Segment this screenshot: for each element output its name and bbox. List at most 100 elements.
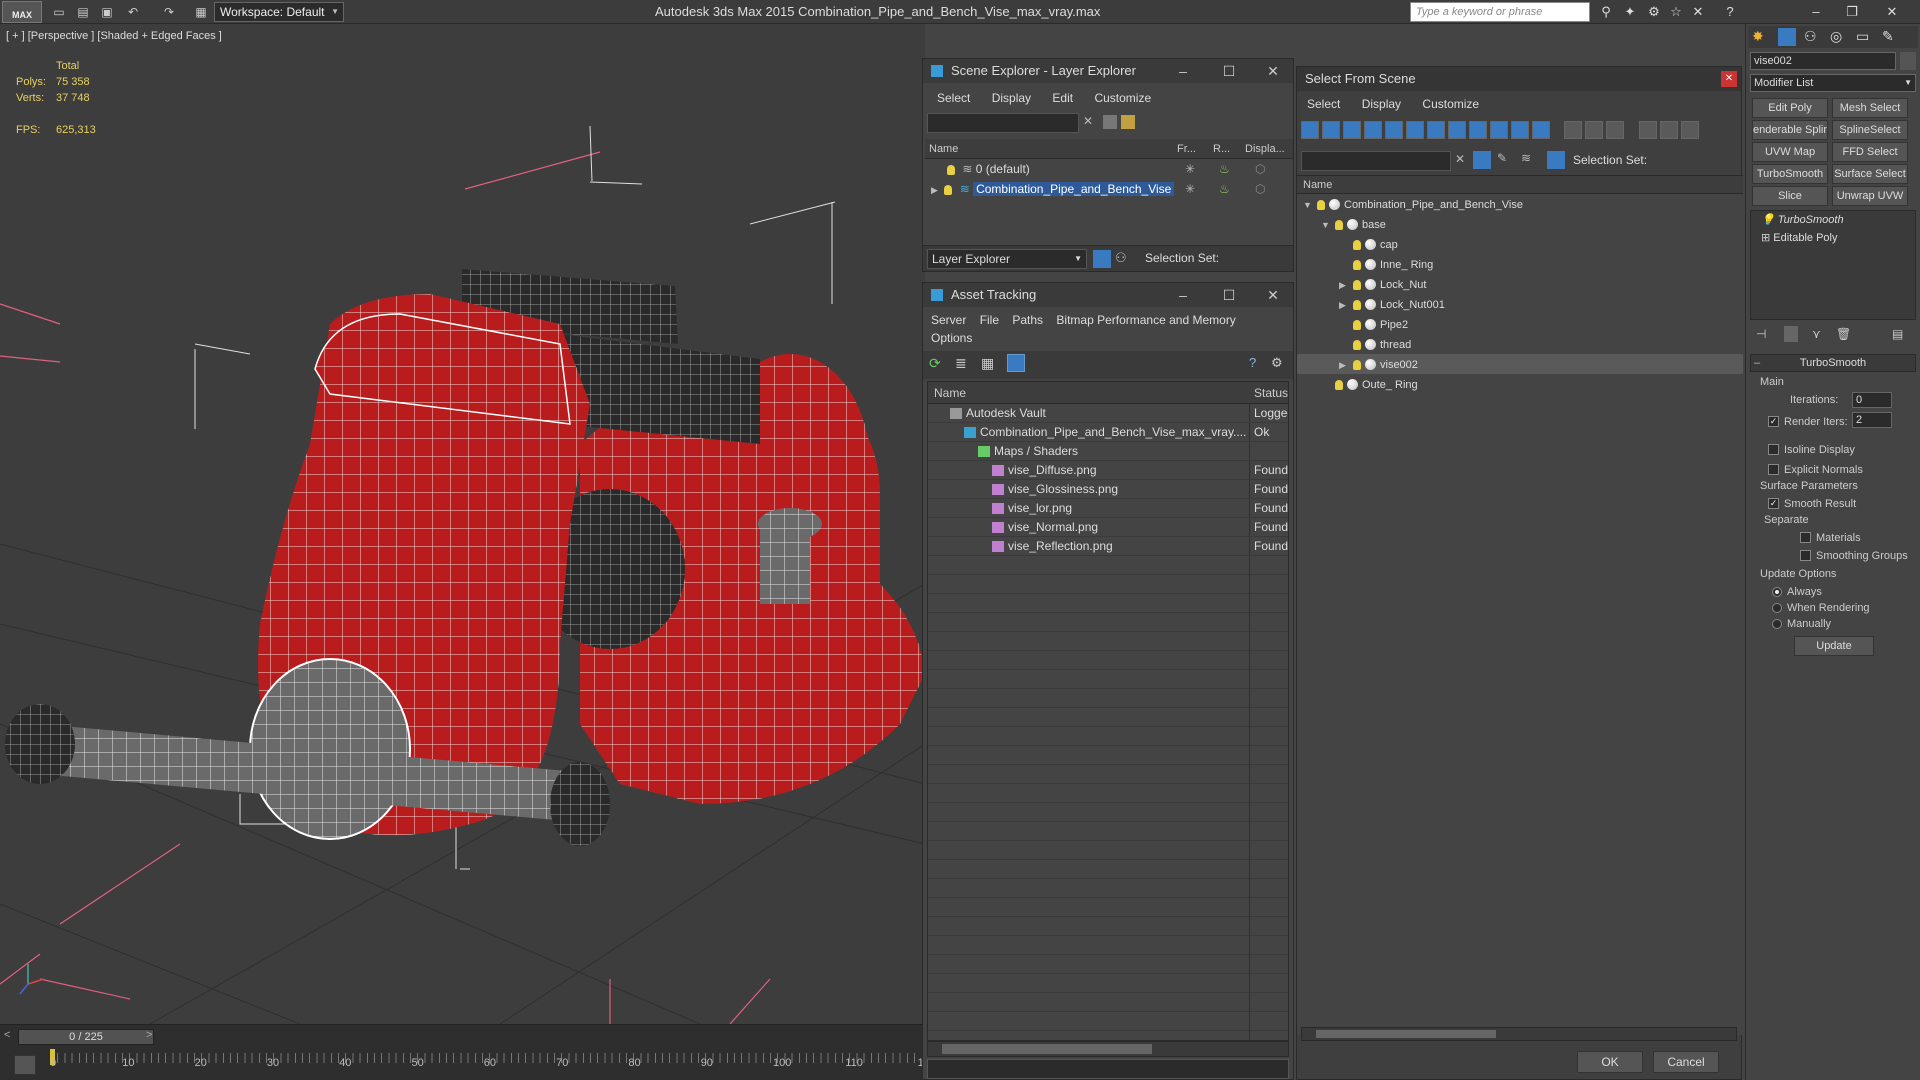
rollout-header[interactable]: – TurboSmooth xyxy=(1750,354,1916,372)
render-iters-spinner[interactable]: 2 xyxy=(1852,412,1892,428)
col-freeze[interactable]: Fr... xyxy=(1177,139,1196,159)
light-bulb-icon[interactable] xyxy=(1335,219,1343,230)
maximize-icon[interactable]: ☐ xyxy=(1209,283,1249,307)
col-render[interactable]: R... xyxy=(1213,139,1230,159)
light-bulb-icon[interactable] xyxy=(1335,379,1343,390)
asset-row[interactable]: vise_Glossiness.png Found xyxy=(928,480,1288,499)
cancel-button[interactable]: Cancel xyxy=(1653,1051,1719,1073)
next-frame-icon[interactable]: > xyxy=(146,1029,152,1041)
menu-bitmap-performance[interactable]: Bitmap Performance and Memory xyxy=(1056,313,1235,327)
minimize-icon[interactable]: – xyxy=(1800,3,1832,21)
menu-customize[interactable]: Customize xyxy=(1094,91,1151,105)
expand-plus-icon[interactable]: ⊞ xyxy=(1761,232,1770,244)
viewport-label[interactable]: [ + ] [Perspective ] [Shaded + Edged Fac… xyxy=(6,30,222,42)
smooth-result-checkbox[interactable]: ✓ xyxy=(1768,498,1779,510)
menu-options[interactable]: Options xyxy=(931,331,972,345)
modifier-button[interactable]: TurboSmooth xyxy=(1752,164,1828,184)
scene-tree-item[interactable]: Pipe2 xyxy=(1297,314,1743,334)
modifier-button[interactable]: Surface Select xyxy=(1832,164,1908,184)
render-teapot-icon[interactable]: ♨ xyxy=(1219,179,1230,199)
display-icon[interactable]: ⬡ xyxy=(1255,179,1265,199)
light-bulb-icon[interactable] xyxy=(1317,199,1325,210)
modifier-button[interactable]: SplineSelect xyxy=(1832,120,1908,140)
filter-frozen-icon[interactable] xyxy=(1511,121,1529,139)
layers-toggle-icon[interactable] xyxy=(1093,250,1111,268)
materials-checkbox[interactable] xyxy=(1800,532,1811,544)
close-icon[interactable]: ✕ xyxy=(1721,71,1737,87)
col-display[interactable]: Displa... xyxy=(1245,139,1285,159)
layer-tools-icon[interactable] xyxy=(1121,115,1135,129)
scrollbar-thumb[interactable] xyxy=(1316,1030,1496,1038)
scene-tree-item[interactable]: ▶ vise002 xyxy=(1297,354,1743,374)
configure-sets-icon[interactable]: ▤ xyxy=(1892,327,1903,341)
tools-icon[interactable]: ✦ xyxy=(1620,3,1640,21)
expand-arrow-icon[interactable]: ▶ xyxy=(931,180,941,200)
light-bulb-icon[interactable] xyxy=(947,164,955,175)
hierarchy-icon[interactable]: ⚇ xyxy=(1115,250,1133,268)
thumbnail-view-icon[interactable]: ▦ xyxy=(981,355,994,372)
favorites-icon[interactable]: ☆ xyxy=(1666,3,1686,21)
find-field[interactable] xyxy=(1301,151,1451,171)
filter-geometry-icon[interactable] xyxy=(1301,121,1319,139)
menu-select[interactable]: Select xyxy=(937,91,970,105)
col-status[interactable]: Status xyxy=(1254,382,1288,404)
light-bulb-icon[interactable] xyxy=(1353,239,1361,250)
app-logo-icon[interactable]: MAX xyxy=(2,1,42,23)
light-bulb-icon[interactable] xyxy=(1353,319,1361,330)
list-view-icon[interactable]: ≣ xyxy=(955,355,967,372)
light-bulb-icon[interactable] xyxy=(1353,299,1361,310)
menu-file[interactable]: File xyxy=(980,313,999,327)
filter-containers-icon[interactable] xyxy=(1490,121,1508,139)
help-icon[interactable]: ? xyxy=(1720,3,1740,21)
asset-row[interactable]: Autodesk Vault Logged xyxy=(928,404,1288,423)
object-color-swatch[interactable] xyxy=(1900,52,1916,70)
close-search-icon[interactable]: ✕ xyxy=(1688,3,1708,21)
maximize-icon[interactable]: ☐ xyxy=(1209,59,1249,83)
selection-tools-icon[interactable]: ✎ xyxy=(1497,151,1515,169)
when-rendering-radio[interactable] xyxy=(1772,602,1782,613)
freeze-icon[interactable]: ✳ xyxy=(1185,159,1195,179)
binoculars-icon[interactable]: ⚲ xyxy=(1596,3,1616,21)
modify-tab-icon[interactable] xyxy=(1778,28,1796,46)
create-tab-icon[interactable]: ✸ xyxy=(1752,28,1764,45)
col-name[interactable]: Name xyxy=(929,139,958,159)
filter-active-icon[interactable] xyxy=(1473,151,1491,169)
perspective-viewport[interactable]: [ + ] [Perspective ] [Shaded + Edged Fac… xyxy=(0,24,925,1024)
modifier-button[interactable]: Slice xyxy=(1752,186,1828,206)
menu-display[interactable]: Display xyxy=(992,91,1031,105)
asset-row[interactable]: Combination_Pipe_and_Bench_Vise_max_vray… xyxy=(928,423,1288,442)
expand-arrow-icon[interactable]: ▶ xyxy=(1339,295,1349,315)
motion-tab-icon[interactable]: ◎ xyxy=(1830,28,1842,45)
scene-tree-item[interactable]: Inne_ Ring xyxy=(1297,254,1743,274)
modifier-button[interactable]: FFD Select xyxy=(1832,142,1908,162)
render-iters-checkbox[interactable]: ✓ xyxy=(1768,416,1779,428)
filter-lights-icon[interactable] xyxy=(1343,121,1361,139)
minimize-icon[interactable]: – xyxy=(1163,59,1203,83)
modifier-button[interactable]: Mesh Select xyxy=(1832,98,1908,118)
layer-row[interactable]: ▶ ≋ Combination_Pipe_and_Bench_Vise ✳ ♨ … xyxy=(925,179,1293,199)
col-name[interactable]: Name xyxy=(934,382,966,404)
scene-tree-item[interactable]: ▼ base xyxy=(1297,214,1743,234)
modifier-button[interactable]: Edit Poly xyxy=(1752,98,1828,118)
expand-arrow-icon[interactable]: ▶ xyxy=(1339,355,1349,375)
filter-cameras-icon[interactable] xyxy=(1364,121,1382,139)
save-file-icon[interactable]: ▣ xyxy=(98,3,116,21)
stack-item-editable-poly[interactable]: ⊞ Editable Poly xyxy=(1751,229,1915,247)
workspace-dropdown[interactable]: Workspace: Default ▼ xyxy=(214,2,344,22)
make-unique-icon[interactable]: ⋎ xyxy=(1812,327,1821,341)
menu-customize[interactable]: Customize xyxy=(1422,97,1479,111)
explicit-normals-checkbox[interactable] xyxy=(1768,464,1779,476)
filter-bones-icon[interactable] xyxy=(1469,121,1487,139)
asset-row[interactable]: vise_Normal.png Found xyxy=(928,518,1288,537)
pin-stack-icon[interactable]: ⊣ xyxy=(1756,327,1766,341)
light-bulb-icon[interactable]: 💡 xyxy=(1761,214,1775,226)
refresh-icon[interactable]: ⟳ xyxy=(929,355,941,372)
close-icon[interactable]: ✕ xyxy=(1253,59,1293,83)
open-file-icon[interactable]: ▤ xyxy=(74,3,92,21)
expand-arrow-icon[interactable]: ▶ xyxy=(1339,275,1349,295)
update-button[interactable]: Update xyxy=(1794,636,1874,656)
table-view-icon[interactable] xyxy=(1007,354,1025,372)
stack-item-turbosmooth[interactable]: 💡 TurboSmooth xyxy=(1751,211,1915,229)
clear-icon[interactable]: ✕ xyxy=(1083,114,1093,128)
scene-tree-item[interactable]: ▼ Combination_Pipe_and_Bench_Vise xyxy=(1297,194,1743,214)
